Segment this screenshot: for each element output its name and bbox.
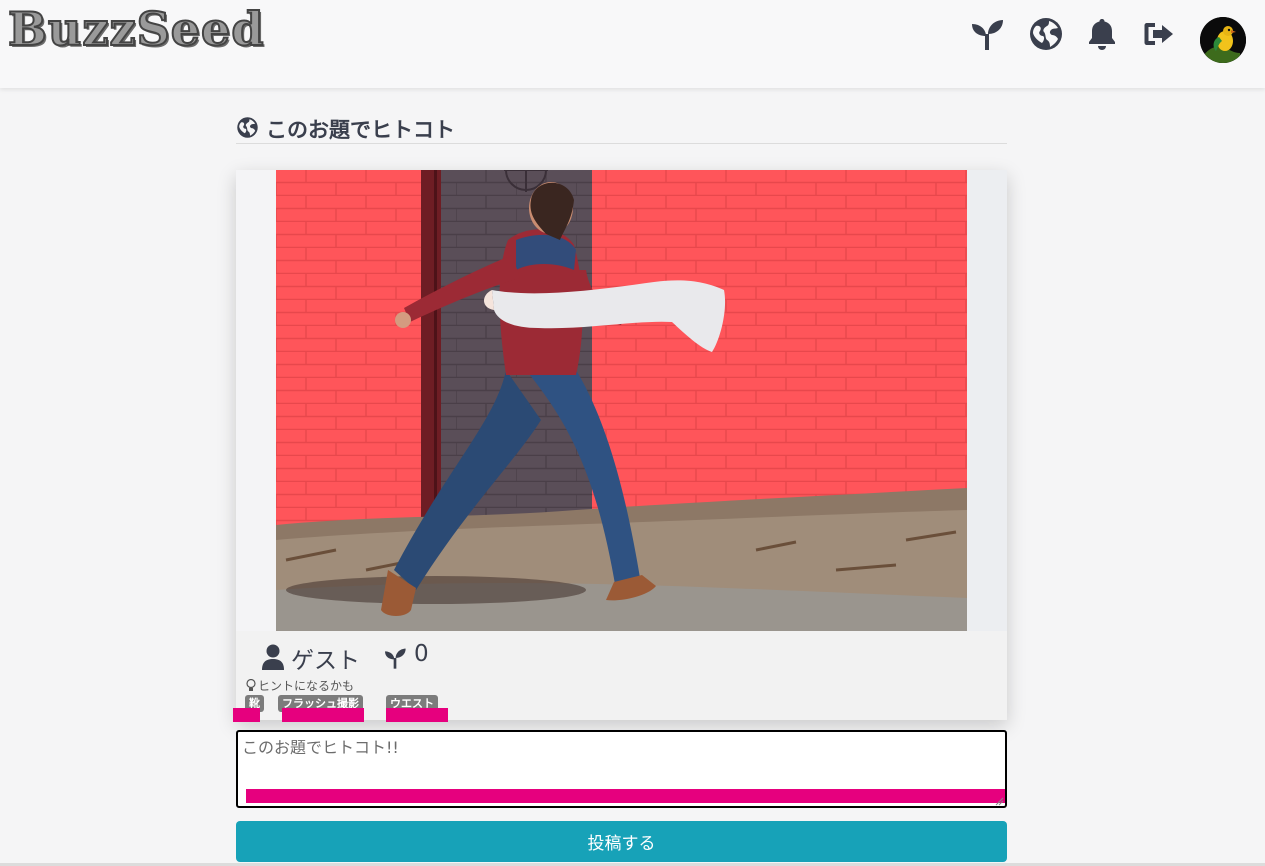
- comment-highlight: [246, 789, 1005, 803]
- tag-highlight-1: [282, 708, 364, 722]
- user-icon: [262, 644, 284, 670]
- topic-photo: [276, 170, 967, 631]
- hint-text: ヒントになるかも: [258, 679, 355, 693]
- hint-label: ヒントになるかも: [246, 677, 354, 694]
- resize-grip-icon[interactable]: [994, 796, 1004, 806]
- sprout-icon: [385, 648, 406, 669]
- section-header: このお題でヒトコト: [236, 112, 1007, 144]
- author-name: ゲスト: [291, 648, 360, 674]
- submit-button[interactable]: 投稿する: [236, 821, 1007, 862]
- top-navbar: BuzzSeed: [0, 0, 1265, 88]
- photo-margin-left: [236, 170, 276, 631]
- topic-card: ゲスト 0 ヒントになるかも 靴 フラッシュ撮影 ウエスト: [233, 170, 1007, 722]
- bell-icon[interactable]: [1084, 16, 1120, 52]
- tag-highlight-2: [386, 708, 448, 722]
- lightbulb-icon: [246, 679, 256, 691]
- tag-highlight-0: [233, 708, 260, 722]
- section-title: このお題でヒトコト: [266, 118, 455, 142]
- photo-margin-right: [967, 170, 1007, 631]
- buzzseed-logo[interactable]: BuzzSeed: [7, 1, 264, 57]
- sprout-icon[interactable]: [969, 16, 1005, 52]
- user-avatar[interactable]: [1200, 17, 1246, 63]
- globe-icon[interactable]: [1028, 16, 1064, 52]
- logout-icon[interactable]: [1141, 16, 1177, 52]
- like-count: 0: [414, 641, 429, 667]
- globe-icon: [237, 117, 258, 138]
